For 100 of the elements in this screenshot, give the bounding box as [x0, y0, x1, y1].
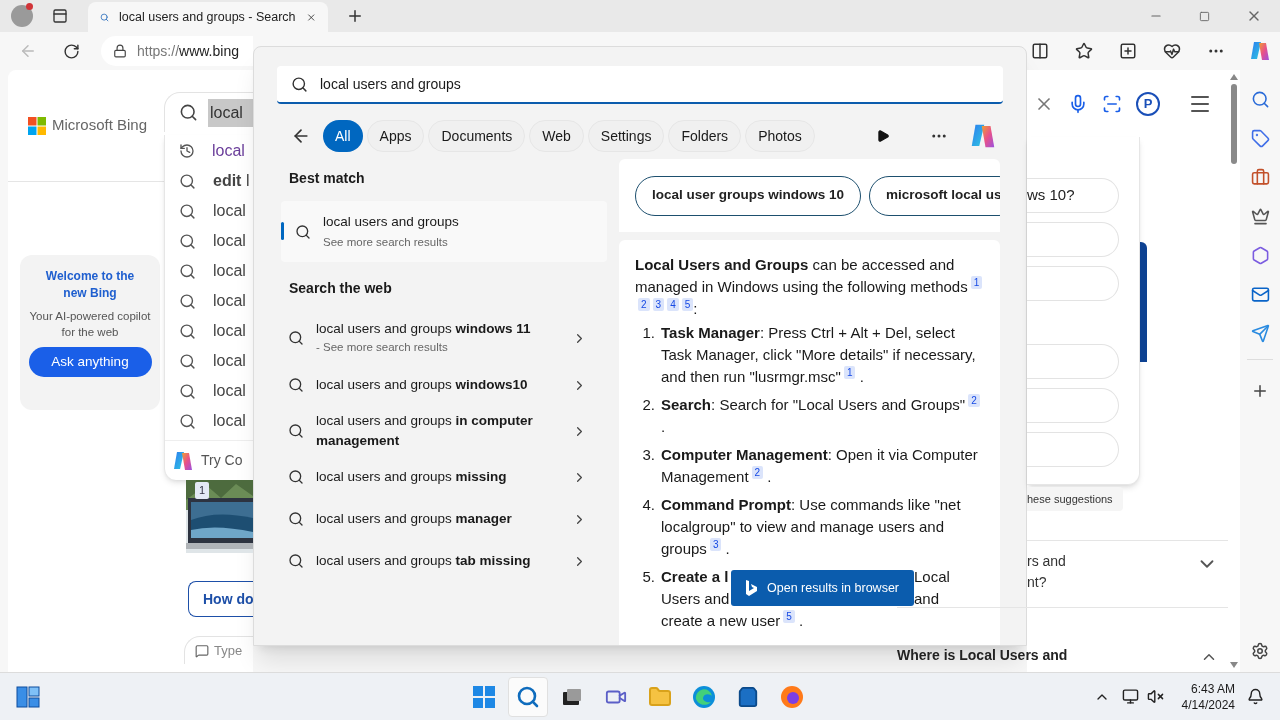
suggestion-item[interactable]: local [165, 406, 253, 436]
ask-anything-button[interactable]: Ask anything [28, 347, 152, 377]
suggestion-text: local [213, 321, 246, 341]
clock-date[interactable]: 4/14/2024 [1181, 696, 1235, 713]
best-match-item[interactable]: local users and groups See more search results [281, 201, 607, 262]
search-icon [179, 322, 196, 340]
suggestion-item[interactable]: local [165, 256, 253, 286]
send-icon[interactable] [1250, 324, 1270, 343]
citation-badge[interactable]: 5 [783, 610, 795, 623]
result-subtitle: - See more search results [316, 340, 449, 356]
web-result-item[interactable]: local users and groups missing [281, 456, 607, 498]
filter-tab[interactable]: Folders [668, 120, 742, 152]
url-text: https://www.bing [137, 41, 239, 61]
citation-badge[interactable]: 2 [638, 298, 650, 311]
search-icon [179, 232, 196, 250]
suggestion-text: local [213, 291, 246, 311]
microphone-icon[interactable] [1068, 93, 1088, 114]
web-result-item[interactable]: local users and groups windows 11 - See more search results [281, 312, 607, 364]
step-number: 4. [641, 495, 656, 515]
section-heading: Search the web [289, 279, 393, 298]
settings-icon[interactable] [1251, 642, 1269, 660]
citation-badge[interactable]: 1 [970, 276, 983, 289]
step-text: Create a l [661, 567, 730, 587]
tag-icon[interactable] [1250, 129, 1270, 148]
tab-actions-icon[interactable] [52, 8, 68, 24]
step-text: and [914, 589, 941, 609]
citation-badge[interactable]: 3 [652, 298, 665, 311]
panel-search-field[interactable]: local users and groups [277, 66, 1003, 104]
suggestion-item[interactable]: local [165, 316, 253, 346]
clock-time[interactable]: 6:43 AM [1190, 680, 1235, 697]
split-screen-icon[interactable] [1031, 42, 1049, 60]
filter-tab[interactable]: Photos [745, 120, 815, 152]
search-icon [288, 553, 304, 569]
citation-badge[interactable]: 2 [751, 466, 764, 479]
search-icon [179, 292, 196, 310]
visual-search-icon[interactable] [1102, 93, 1122, 114]
volume-muted-icon[interactable] [1146, 688, 1164, 705]
suggestion-item[interactable]: local [165, 376, 253, 406]
address-field[interactable]: https://www.bing [101, 36, 253, 66]
favorites-icon[interactable] [1075, 42, 1093, 60]
citation-badge[interactable]: 5 [681, 298, 694, 311]
profile-avatar-icon[interactable] [11, 5, 33, 27]
result-title: local users and groups manager [316, 510, 513, 528]
collections-icon[interactable] [1119, 42, 1137, 60]
filter-tab[interactable]: Apps [366, 120, 425, 152]
play-icon[interactable] [876, 129, 890, 143]
faq-item[interactable]: Where is Local Users and [897, 607, 1228, 667]
citation-badge[interactable]: 2 [968, 394, 980, 407]
suggestion-item[interactable]: edit l [165, 166, 253, 196]
web-result-item[interactable]: local users and groups manager [281, 498, 607, 540]
browser-tab[interactable]: local users and groups - Search [88, 2, 328, 32]
copilot-icon[interactable] [1248, 39, 1272, 63]
web-result-item[interactable]: local users and groups in computer management [281, 406, 607, 456]
step-text: Search: Search for "Local Users and Groups" 2 . [661, 394, 986, 438]
open-in-browser-button[interactable]: Open results in browser [731, 570, 914, 606]
filter-tab[interactable]: All [323, 120, 363, 152]
add-icon[interactable] [1251, 382, 1269, 400]
search-icon [179, 172, 196, 190]
faq-item[interactable]: rs and nt? [1027, 540, 1228, 607]
network-icon[interactable] [1121, 688, 1139, 705]
toolbox-icon[interactable] [1250, 168, 1270, 187]
search-icon [288, 511, 304, 527]
suggestion-item[interactable]: local [165, 286, 253, 316]
maximize-icon[interactable] [1199, 10, 1210, 22]
bing-search-field[interactable]: local [164, 92, 253, 132]
result-title: local users and groups in computer management [316, 412, 534, 450]
search-icon [288, 377, 304, 393]
suggestion-item[interactable]: local [165, 136, 253, 166]
search-icon [291, 75, 308, 93]
citation-badge[interactable]: 4 [667, 298, 679, 311]
citation-badge[interactable]: 3 [709, 538, 722, 551]
bing-logo-text: Microsoft Bing [52, 115, 148, 136]
panel-query-text: local users and groups [320, 74, 461, 94]
filter-tab[interactable]: Documents [428, 120, 526, 152]
suggestion-item[interactable]: local [165, 196, 253, 226]
notification-icon[interactable] [1247, 688, 1264, 705]
web-result-item[interactable]: local users and groups windows10 [281, 364, 607, 406]
widgets-icon[interactable] [16, 685, 40, 708]
web-result-item[interactable]: local users and groups tab missing [281, 540, 607, 582]
suggestion-item[interactable]: local [165, 226, 253, 256]
suggestion-text: local [213, 261, 246, 281]
suggestion-item[interactable]: local [165, 346, 253, 376]
refresh-icon[interactable] [63, 42, 80, 60]
profile-avatar[interactable]: P [1136, 91, 1160, 116]
feedback-button[interactable]: hese suggestions [1027, 487, 1123, 511]
filter-tab[interactable]: Web [529, 120, 584, 152]
search-icon [179, 382, 196, 400]
search-icon[interactable] [1250, 90, 1270, 109]
suggestion-text: local [213, 351, 246, 371]
copilot-prompt[interactable]: Try Co [201, 450, 243, 471]
filter-tab[interactable]: Settings [587, 120, 665, 152]
new-tab-icon[interactable] [346, 7, 364, 25]
citation-badge[interactable]: 1 [843, 366, 856, 379]
health-icon[interactable] [1163, 42, 1181, 60]
suggestion-text: local [213, 201, 246, 221]
chat-field[interactable]: Type [184, 636, 253, 664]
welcome-subtitle: Your AI-powered copilot for the web [28, 309, 152, 340]
faq-text: nt? [1027, 573, 1048, 592]
step-number: 5. [641, 567, 656, 587]
search-icon [288, 469, 304, 485]
